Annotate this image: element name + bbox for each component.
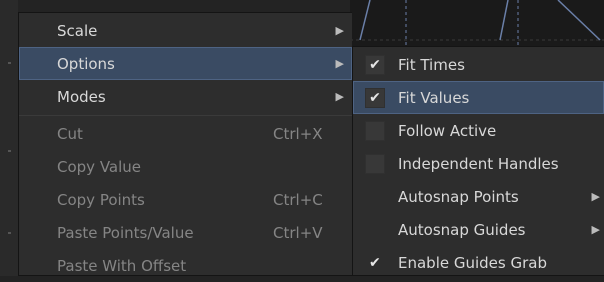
- strip-tick: [8, 232, 11, 234]
- menu-item-shortcut: Ctrl+C: [273, 190, 323, 209]
- menu-item-options[interactable]: Options ▶: [19, 47, 352, 80]
- submenu-item-follow-active[interactable]: Follow Active: [353, 114, 604, 147]
- menu-item-label: Copy Points: [57, 190, 145, 209]
- menu-item-paste-with-offset[interactable]: Paste With Offset: [19, 249, 352, 282]
- menu-item-label: Options: [57, 54, 115, 73]
- menu-item-label: Modes: [57, 87, 106, 106]
- submenu-item-autosnap-points[interactable]: Autosnap Points ▶: [353, 180, 604, 213]
- submenu-item-label: Autosnap Points: [398, 187, 519, 206]
- submenu-item-fit-values[interactable]: ✔ Fit Values: [353, 81, 604, 114]
- menu-item-label: Cut: [57, 124, 83, 143]
- submenu-item-label: Follow Active: [398, 121, 497, 140]
- menu-item-cut[interactable]: Cut Ctrl+X: [19, 117, 352, 150]
- submenu-arrow-icon: ▶: [335, 57, 344, 70]
- menu-item-label: Paste With Offset: [57, 256, 187, 275]
- submenu-item-enable-guides-grab[interactable]: ✔ Enable Guides Grab: [353, 246, 604, 279]
- submenu-item-label: Fit Times: [398, 55, 465, 74]
- menu-item-modes[interactable]: Modes ▶: [19, 80, 352, 113]
- menu-separator: [19, 115, 352, 116]
- submenu-item-label: Fit Values: [398, 88, 470, 107]
- strip-tick: [8, 150, 11, 152]
- checkbox[interactable]: ✔: [365, 54, 385, 75]
- strip-tick: [8, 62, 11, 64]
- submenu-arrow-icon: ▶: [591, 190, 600, 203]
- submenu-item-independent-handles[interactable]: Independent Handles: [353, 147, 604, 180]
- left-panel-strip: [0, 0, 18, 276]
- checkbox[interactable]: ✔: [365, 87, 385, 108]
- menu-item-label: Scale: [57, 21, 98, 40]
- submenu-arrow-icon: ▶: [335, 90, 344, 103]
- menu-item-label: Paste Points/Value: [57, 223, 194, 242]
- menu-item-shortcut: Ctrl+V: [273, 223, 323, 242]
- checkbox[interactable]: [365, 120, 385, 141]
- check-icon: ✔: [369, 254, 381, 271]
- menu-item-label: Copy Value: [57, 157, 142, 176]
- submenu-arrow-icon: ▶: [335, 24, 344, 37]
- menu-item-copy-value[interactable]: Copy Value: [19, 150, 352, 183]
- menu-item-paste-points-value[interactable]: Paste Points/Value Ctrl+V: [19, 216, 352, 249]
- submenu-item-label: Independent Handles: [398, 154, 559, 173]
- menu-item-scale[interactable]: Scale ▶: [19, 14, 352, 47]
- menu-item-copy-points[interactable]: Copy Points Ctrl+C: [19, 183, 352, 216]
- submenu-item-label: Autosnap Guides: [398, 220, 526, 239]
- checkbox[interactable]: [365, 153, 385, 174]
- menu-item-shortcut: Ctrl+X: [273, 124, 323, 143]
- check-icon: ✔: [369, 56, 381, 73]
- submenu-arrow-icon: ▶: [591, 223, 600, 236]
- submenu-item-fit-times[interactable]: ✔ Fit Times: [353, 48, 604, 81]
- check-icon: ✔: [369, 89, 381, 106]
- submenu-item-autosnap-guides[interactable]: Autosnap Guides ▶: [353, 213, 604, 246]
- options-submenu: ✔ Fit Times ✔ Fit Values Follow Active I…: [352, 46, 604, 276]
- context-menu: Scale ▶ Options ▶ Modes ▶ Cut Ctrl+X Cop…: [18, 12, 352, 276]
- submenu-item-label: Enable Guides Grab: [398, 253, 547, 272]
